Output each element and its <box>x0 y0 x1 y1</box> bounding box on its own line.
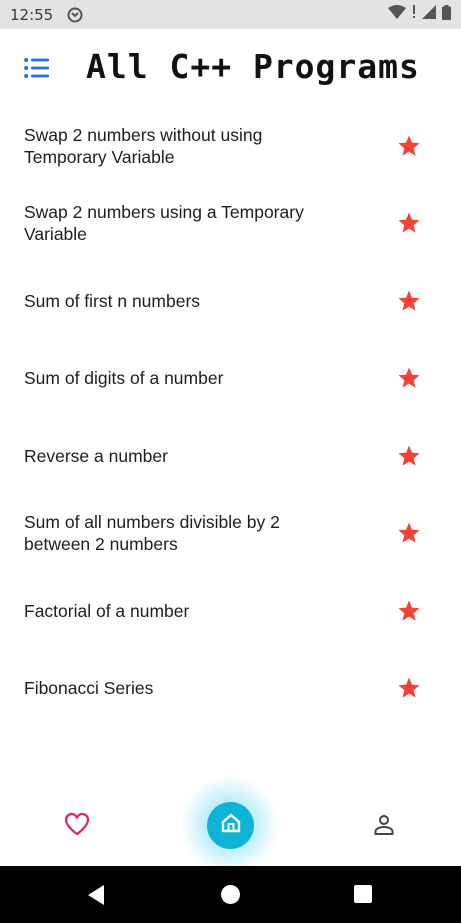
bottom-nav <box>0 775 461 875</box>
star-icon[interactable] <box>397 599 421 623</box>
battery-icon <box>442 4 451 25</box>
program-label: Factorial of a number <box>24 600 190 621</box>
list-item[interactable]: Swap 2 numbers without using Temporary V… <box>0 107 461 185</box>
star-icon[interactable] <box>397 134 421 158</box>
program-label: Sum of digits of a number <box>24 368 224 389</box>
list-item[interactable]: Reverse a number <box>0 417 461 495</box>
list-item[interactable]: Fibonacci Series <box>0 650 461 728</box>
cellular-icon <box>422 5 436 24</box>
notification-icon <box>412 5 416 24</box>
home-button[interactable] <box>207 802 254 849</box>
list-item[interactable]: Sum of all numbers divisible by 2 betwee… <box>0 495 461 573</box>
program-label: Sum of all numbers divisible by 2 betwee… <box>24 512 280 555</box>
back-icon[interactable] <box>86 884 106 906</box>
list-item[interactable]: Sum of first n numbers <box>0 262 461 340</box>
star-icon[interactable] <box>397 444 421 468</box>
star-icon[interactable] <box>397 211 421 235</box>
list-item[interactable]: Sum of digits of a number <box>0 340 461 418</box>
page-title: All C++ Programs <box>86 47 420 86</box>
status-icons <box>388 4 451 25</box>
list-item[interactable]: Factorial of a number <box>0 572 461 650</box>
list-item[interactable]: Swap 2 numbers using a Temporary Variabl… <box>0 185 461 263</box>
star-icon[interactable] <box>397 289 421 313</box>
program-list: Swap 2 numbers without using Temporary V… <box>0 107 461 727</box>
home-icon <box>220 812 242 839</box>
status-time: 12:55 <box>10 5 54 24</box>
star-icon[interactable] <box>397 366 421 390</box>
recent-apps-icon[interactable] <box>354 885 372 903</box>
status-bar: 12:55 <box>0 0 461 29</box>
program-label: Fibonacci Series <box>24 678 154 699</box>
program-label: Reverse a number <box>24 445 168 466</box>
program-label: Swap 2 numbers using a Temporary Variabl… <box>24 202 304 245</box>
heart-icon[interactable] <box>64 812 90 836</box>
star-icon[interactable] <box>397 676 421 700</box>
person-icon[interactable] <box>372 813 396 837</box>
program-label: Swap 2 numbers without using Temporary V… <box>24 124 263 167</box>
list-menu-icon[interactable] <box>24 57 50 79</box>
system-nav-bar <box>0 866 461 923</box>
sync-icon <box>67 7 83 23</box>
system-home-icon[interactable] <box>221 885 240 904</box>
wifi-icon <box>388 5 406 24</box>
star-icon[interactable] <box>397 521 421 545</box>
app-header: All C++ Programs <box>0 29 461 109</box>
program-label: Sum of first n numbers <box>24 290 201 311</box>
